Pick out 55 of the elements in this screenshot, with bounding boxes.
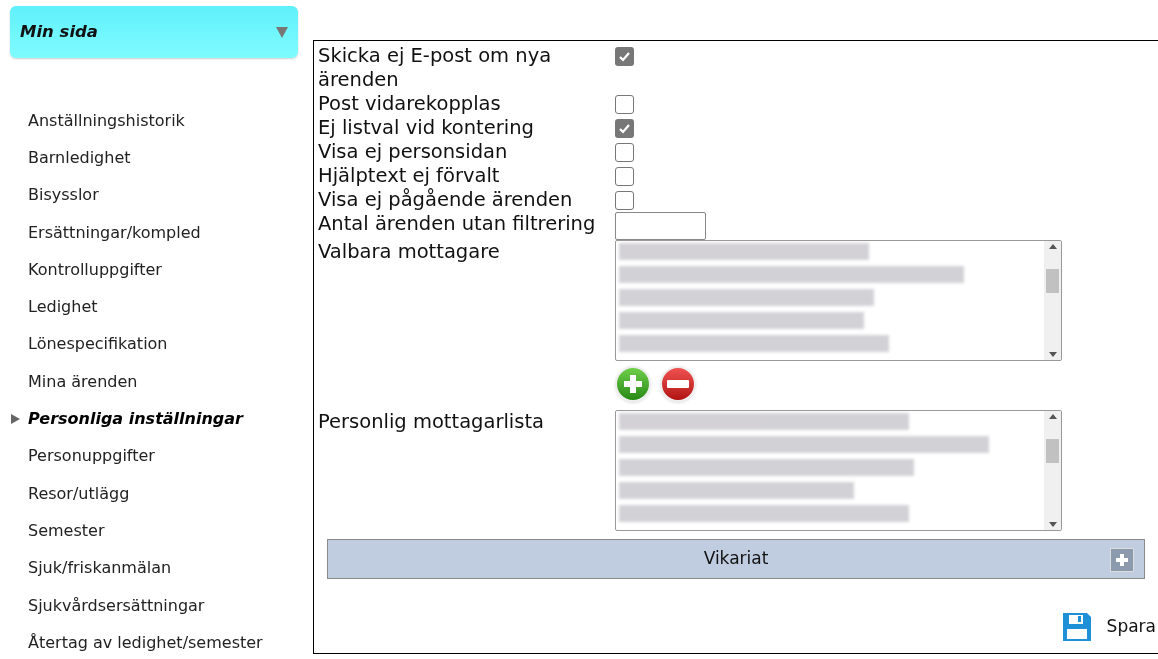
listbox[interactable] — [615, 410, 1062, 531]
sidebar-item[interactable]: Resor/utlägg — [28, 481, 130, 506]
check-icon — [618, 50, 631, 63]
setting-label: Post vidarekopplas — [318, 92, 502, 116]
scroll-thumb[interactable] — [1046, 268, 1059, 293]
scroll-up-icon[interactable] — [1048, 414, 1057, 419]
setting-label: Valbara mottagare — [318, 240, 501, 265]
checkbox[interactable] — [615, 47, 634, 66]
save-icon — [1060, 611, 1093, 643]
checkbox[interactable] — [615, 143, 634, 162]
minus-icon — [667, 380, 689, 388]
checkbox[interactable] — [615, 119, 634, 138]
section-header[interactable]: Vikariat — [327, 539, 1145, 579]
remove-button[interactable] — [660, 366, 696, 402]
sidebar-item[interactable]: Barnledighet — [28, 145, 131, 170]
scrollbar[interactable] — [1044, 241, 1061, 360]
scroll-down-icon[interactable] — [1048, 352, 1057, 357]
checkbox[interactable] — [615, 167, 634, 186]
setting-label: Antal ärenden utan filtrering — [318, 212, 597, 237]
setting-label: Skicka ej E-post om nya ärenden — [318, 44, 553, 92]
plus-icon — [622, 373, 644, 395]
setting-label: Visa ej pågående ärenden — [318, 188, 574, 212]
sidebar-item[interactable]: Kontrolluppgifter — [28, 257, 162, 282]
sidebar-item[interactable]: Sjukvårdsersättningar — [28, 593, 205, 618]
checkbox[interactable] — [615, 191, 634, 210]
save-button[interactable]: Spara — [1060, 611, 1156, 643]
input-field[interactable] — [615, 212, 706, 240]
dropdown-arrow-icon — [276, 26, 288, 38]
sidebar-item[interactable]: Ledighet — [28, 295, 98, 320]
setting-label: Hjälptext ej förvalt — [318, 164, 501, 188]
sidebar-item[interactable]: Mina ärenden — [28, 369, 138, 394]
sidebar-item[interactable]: Semester — [28, 518, 105, 543]
menu-title: Min sida — [20, 20, 98, 43]
sidebar-item[interactable]: Anställningshistorik — [28, 108, 185, 133]
checkbox[interactable] — [615, 95, 634, 114]
scroll-down-icon[interactable] — [1048, 522, 1057, 527]
add-button[interactable] — [615, 366, 651, 402]
listbox[interactable] — [615, 240, 1062, 361]
check-icon — [618, 122, 631, 135]
sidebar-item[interactable]: Återtag av ledighet/semester — [28, 630, 263, 655]
scroll-up-icon[interactable] — [1048, 244, 1057, 249]
sidebar-item[interactable]: Ersättningar/kompled — [28, 220, 201, 245]
scrollbar[interactable] — [1044, 411, 1061, 530]
sidebar-item[interactable]: Bisysslor — [28, 183, 99, 208]
setting-label: Personlig mottagarlista — [318, 410, 546, 435]
scroll-thumb[interactable] — [1046, 438, 1059, 463]
menu-header[interactable]: Min sida — [10, 6, 298, 58]
sidebar-item[interactable]: Personliga inställningar — [28, 407, 243, 431]
sidebar-item[interactable]: Personuppgifter — [28, 444, 155, 469]
setting-label: Ej listval vid kontering — [318, 116, 535, 140]
sidebar-item[interactable]: Lönespecifikation — [28, 332, 168, 357]
sidebar-item[interactable]: Sjuk/friskanmälan — [28, 556, 172, 581]
expand-icon[interactable] — [1110, 548, 1134, 572]
setting-label: Visa ej personsidan — [318, 140, 509, 164]
current-item-icon — [11, 414, 20, 425]
